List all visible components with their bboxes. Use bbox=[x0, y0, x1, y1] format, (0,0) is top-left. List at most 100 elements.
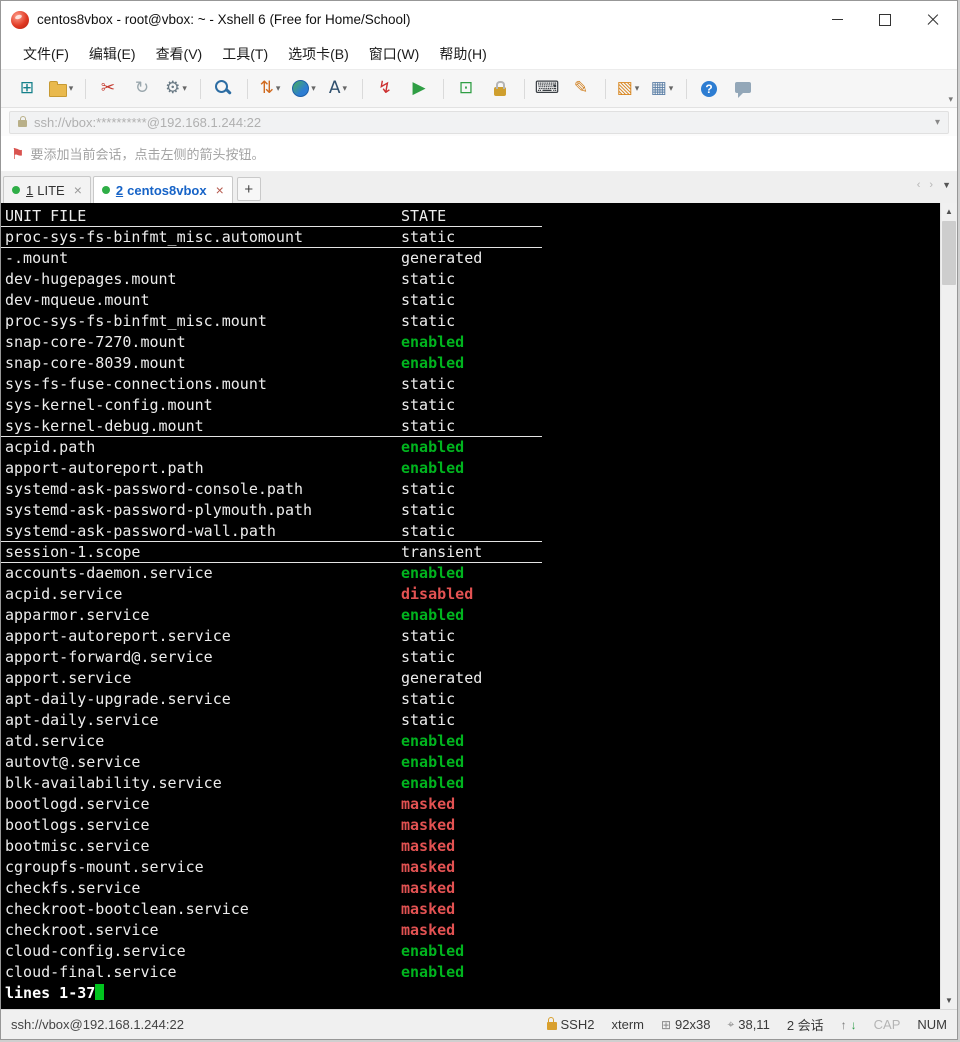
toolbar-separator bbox=[524, 79, 525, 99]
disconnect-icon[interactable]: ✂ bbox=[92, 75, 124, 103]
scroll-down-icon[interactable]: ▼ bbox=[941, 992, 957, 1009]
unit-file-name: dev-hugepages.mount bbox=[5, 270, 177, 288]
close-button[interactable] bbox=[909, 1, 957, 38]
session-count[interactable]: 2 会话 bbox=[787, 1015, 824, 1034]
file-transfer-icon[interactable]: ⇅▾ bbox=[254, 75, 286, 103]
lock-screen-icon[interactable] bbox=[484, 75, 516, 103]
menu-item[interactable]: 工具(T) bbox=[212, 40, 278, 68]
dropdown-arrow-icon[interactable]: ▾ bbox=[276, 83, 281, 94]
scrollbar-thumb[interactable] bbox=[942, 221, 956, 285]
virtual-keyboard-icon: ⌨ bbox=[535, 80, 560, 97]
compose-icon[interactable]: ✎ bbox=[565, 75, 597, 103]
unit-state: static bbox=[401, 227, 455, 248]
session-nav-arrows[interactable]: ↑ ↓ bbox=[841, 1018, 857, 1032]
dropdown-arrow-icon[interactable]: ▾ bbox=[635, 83, 640, 94]
tab-close-icon[interactable]: × bbox=[216, 182, 224, 198]
tile-windows-icon: ▦ bbox=[651, 80, 667, 97]
unit-file-name: acpid.path bbox=[5, 438, 95, 456]
unit-state: static bbox=[401, 290, 455, 311]
terminal-row: -.mountgenerated bbox=[1, 248, 940, 269]
web-browser-icon[interactable]: ▾ bbox=[288, 75, 320, 103]
find-icon[interactable] bbox=[207, 75, 239, 103]
disconnect-icon: ✂ bbox=[101, 80, 115, 97]
unit-state: STATE bbox=[401, 206, 446, 227]
minimize-button[interactable] bbox=[813, 1, 861, 38]
help-icon[interactable]: ? bbox=[693, 75, 725, 103]
terminal-row: autovt@.serviceenabled bbox=[1, 752, 940, 773]
scroll-up-icon[interactable]: ▲ bbox=[941, 203, 957, 220]
font-icon[interactable]: A▾ bbox=[322, 75, 354, 103]
terminal-header-row: UNIT FILESTATE bbox=[1, 206, 940, 227]
session-tab-lite[interactable]: 1LITE× bbox=[3, 176, 91, 203]
script-icon[interactable]: ↯ bbox=[369, 75, 401, 103]
session-properties-icon: ⚙ bbox=[165, 80, 180, 97]
unit-file-name: checkfs.service bbox=[5, 879, 140, 897]
menu-item[interactable]: 文件(F) bbox=[13, 40, 79, 68]
menu-item[interactable]: 查看(V) bbox=[146, 40, 213, 68]
tile-windows-icon[interactable]: ▦▾ bbox=[646, 75, 678, 103]
feedback-icon[interactable] bbox=[727, 75, 759, 103]
new-tab-button[interactable]: + bbox=[237, 177, 261, 201]
terminal-row: apport-forward@.servicestatic bbox=[1, 647, 940, 668]
maximize-button[interactable] bbox=[861, 1, 909, 38]
menu-item[interactable]: 帮助(H) bbox=[429, 40, 496, 68]
unit-file-name: apt-daily.service bbox=[5, 711, 159, 729]
new-session-icon: ⊞ bbox=[20, 80, 34, 97]
terminal-row: apport-autoreport.pathenabled bbox=[1, 458, 940, 479]
tab-scroll-right-icon[interactable]: › bbox=[929, 179, 933, 191]
unit-state: masked bbox=[401, 794, 455, 815]
unit-state: enabled bbox=[401, 458, 464, 479]
reconnect-icon[interactable]: ↻ bbox=[126, 75, 158, 103]
virtual-keyboard-icon[interactable]: ⌨ bbox=[531, 75, 563, 103]
toolbar: ⊞▾✂↻⚙▾⇅▾▾A▾↯▶⊡⌨✎▧▾▦▾?▾ bbox=[1, 69, 957, 108]
unit-file-name: blk-availability.service bbox=[5, 774, 222, 792]
unit-state: static bbox=[401, 479, 455, 500]
quick-command-icon[interactable]: ▶ bbox=[403, 75, 435, 103]
toolbar-overflow-icon[interactable]: ▾ bbox=[948, 94, 953, 105]
unit-file-name: apport-forward@.service bbox=[5, 648, 213, 666]
open-sessions-icon[interactable]: ▾ bbox=[45, 75, 77, 103]
tab-scroll-left-icon[interactable]: ‹ bbox=[917, 179, 921, 191]
address-field[interactable]: ssh://vbox:**********@192.168.1.244:22 ▾ bbox=[9, 111, 949, 134]
lock-screen-icon bbox=[494, 87, 506, 96]
tab-close-icon[interactable]: × bbox=[74, 182, 82, 198]
terminal-row: sys-kernel-config.mountstatic bbox=[1, 395, 940, 416]
flag-icon: ⚑ bbox=[11, 145, 24, 163]
secure-lock-icon bbox=[547, 1022, 557, 1030]
terminal-row: systemd-ask-password-plymouth.pathstatic bbox=[1, 500, 940, 521]
session-tab-centos8vbox[interactable]: 2centos8vbox× bbox=[93, 176, 233, 203]
terminal-body[interactable]: UNIT FILESTATEproc-sys-fs-binfmt_misc.au… bbox=[1, 203, 940, 1009]
unit-file-name: session-1.scope bbox=[5, 543, 140, 561]
address-dropdown-icon[interactable]: ▾ bbox=[933, 117, 942, 128]
session-properties-icon[interactable]: ⚙▾ bbox=[160, 75, 192, 103]
xshell-logo-icon bbox=[11, 11, 29, 29]
menu-item[interactable]: 窗口(W) bbox=[359, 40, 430, 68]
unit-file-name: snap-core-8039.mount bbox=[5, 354, 186, 372]
num-lock-indicator: NUM bbox=[917, 1017, 947, 1032]
terminal-scrollbar[interactable]: ▲ ▼ bbox=[940, 203, 957, 1009]
terminal-type-indicator: xterm bbox=[611, 1017, 644, 1032]
dropdown-arrow-icon[interactable]: ▾ bbox=[669, 83, 674, 94]
menu-item[interactable]: 选项卡(B) bbox=[278, 40, 359, 68]
dropdown-arrow-icon[interactable]: ▾ bbox=[69, 83, 74, 94]
dropdown-arrow-icon[interactable]: ▾ bbox=[343, 83, 348, 94]
menu-item[interactable]: 编辑(E) bbox=[79, 40, 146, 68]
unit-file-name: snap-core-7270.mount bbox=[5, 333, 186, 351]
tab-list-dropdown-icon[interactable]: ▼ bbox=[942, 180, 951, 190]
new-session-icon[interactable]: ⊞ bbox=[11, 75, 43, 103]
layout-icon[interactable]: ▧▾ bbox=[612, 75, 644, 103]
next-session-icon[interactable]: ↓ bbox=[851, 1018, 857, 1032]
terminal-row: apparmor.serviceenabled bbox=[1, 605, 940, 626]
cursor-position-icon: ⌖ bbox=[727, 1017, 734, 1032]
unit-file-name: sys-kernel-config.mount bbox=[5, 396, 213, 414]
tab-strip: 1LITE×2centos8vbox× bbox=[3, 176, 235, 203]
prev-session-icon[interactable]: ↑ bbox=[841, 1018, 847, 1032]
unit-file-name: dev-mqueue.mount bbox=[5, 291, 150, 309]
tab-label: LITE bbox=[37, 183, 64, 198]
menu-bar: 文件(F)编辑(E)查看(V)工具(T)选项卡(B)窗口(W)帮助(H) bbox=[1, 38, 957, 69]
fullscreen-icon[interactable]: ⊡ bbox=[450, 75, 482, 103]
window-controls bbox=[813, 1, 957, 38]
unit-state: enabled bbox=[401, 332, 464, 353]
dropdown-arrow-icon[interactable]: ▾ bbox=[182, 83, 187, 94]
dropdown-arrow-icon[interactable]: ▾ bbox=[311, 83, 316, 94]
